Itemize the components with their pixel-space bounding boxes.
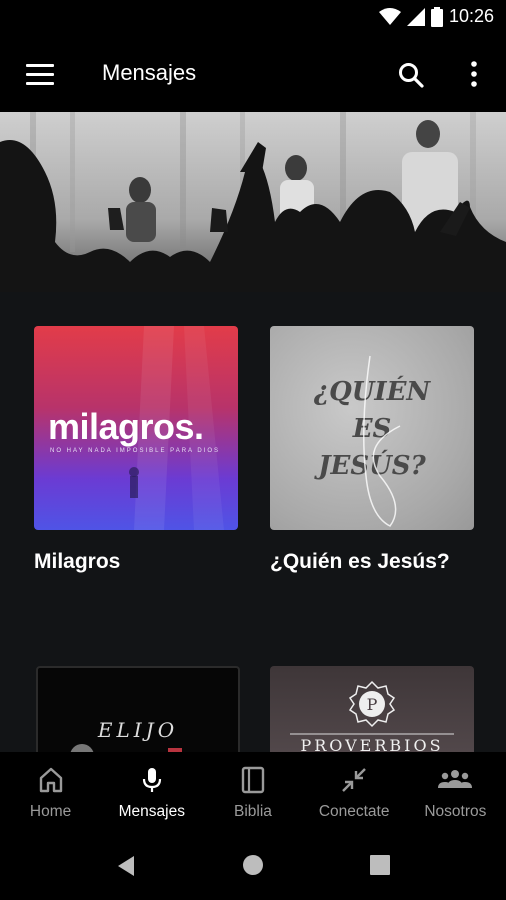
system-navigation-bar bbox=[0, 830, 506, 900]
wifi-icon bbox=[378, 7, 401, 25]
more-options-icon[interactable] bbox=[464, 60, 484, 88]
nav-label: Nosotros bbox=[424, 803, 487, 820]
connect-arrows-icon bbox=[342, 768, 367, 792]
nav-label: Biblia bbox=[234, 803, 272, 820]
series-thumbnail[interactable]: P PROVERBIOS bbox=[270, 666, 474, 752]
decorative-lines bbox=[290, 733, 454, 735]
book-icon bbox=[241, 766, 265, 794]
card-title[interactable]: ¿Quién es Jesús? bbox=[270, 548, 480, 576]
thumbnail-texture bbox=[70, 744, 182, 752]
search-icon[interactable] bbox=[398, 62, 424, 88]
home-circle-icon[interactable] bbox=[242, 854, 264, 876]
status-bar: 10:26 bbox=[0, 0, 506, 36]
home-icon bbox=[39, 767, 62, 793]
recents-icon[interactable] bbox=[370, 855, 390, 875]
nav-item-biblia[interactable]: Biblia bbox=[202, 752, 303, 830]
messages-grid: milagros. NO HAY NADA IMPOSIBLE PARA DIO… bbox=[0, 292, 506, 752]
microphone-icon bbox=[142, 768, 161, 792]
card-title[interactable]: Milagros bbox=[34, 548, 244, 576]
battery-icon bbox=[430, 6, 443, 27]
group-icon bbox=[438, 770, 473, 788]
page-title: Mensajes bbox=[102, 60, 197, 85]
signal-icon bbox=[406, 7, 425, 26]
thumbnail-title: milagros. bbox=[48, 406, 204, 447]
app-bar: Mensajes bbox=[0, 36, 506, 112]
bottom-navigation: Home Mensajes Biblia Conectate Nosotros bbox=[0, 752, 506, 830]
script-flourish bbox=[363, 355, 401, 527]
worship-crowd-image bbox=[0, 112, 506, 292]
series-thumbnail[interactable]: ¿QUIÉN ES JESÚS? bbox=[270, 326, 474, 530]
hero-image bbox=[0, 112, 506, 292]
nav-label: Home bbox=[29, 803, 72, 820]
menu-icon[interactable] bbox=[26, 64, 54, 85]
nav-item-home[interactable]: Home bbox=[0, 752, 101, 830]
back-icon[interactable] bbox=[114, 854, 138, 878]
series-thumbnail[interactable]: ELIJO bbox=[36, 666, 240, 752]
nav-label: Mensajes bbox=[118, 803, 185, 820]
nav-item-nosotros[interactable]: Nosotros bbox=[405, 752, 506, 830]
status-time: 10:26 bbox=[448, 6, 494, 26]
nav-item-conectate[interactable]: Conectate bbox=[304, 752, 405, 830]
series-thumbnail[interactable]: milagros. NO HAY NADA IMPOSIBLE PARA DIO… bbox=[34, 326, 238, 530]
nav-item-mensajes[interactable]: Mensajes bbox=[101, 752, 202, 830]
nav-label: Conectate bbox=[318, 803, 390, 820]
thumbnail-subtitle: NO HAY NADA IMPOSIBLE PARA DIOS bbox=[50, 448, 221, 454]
